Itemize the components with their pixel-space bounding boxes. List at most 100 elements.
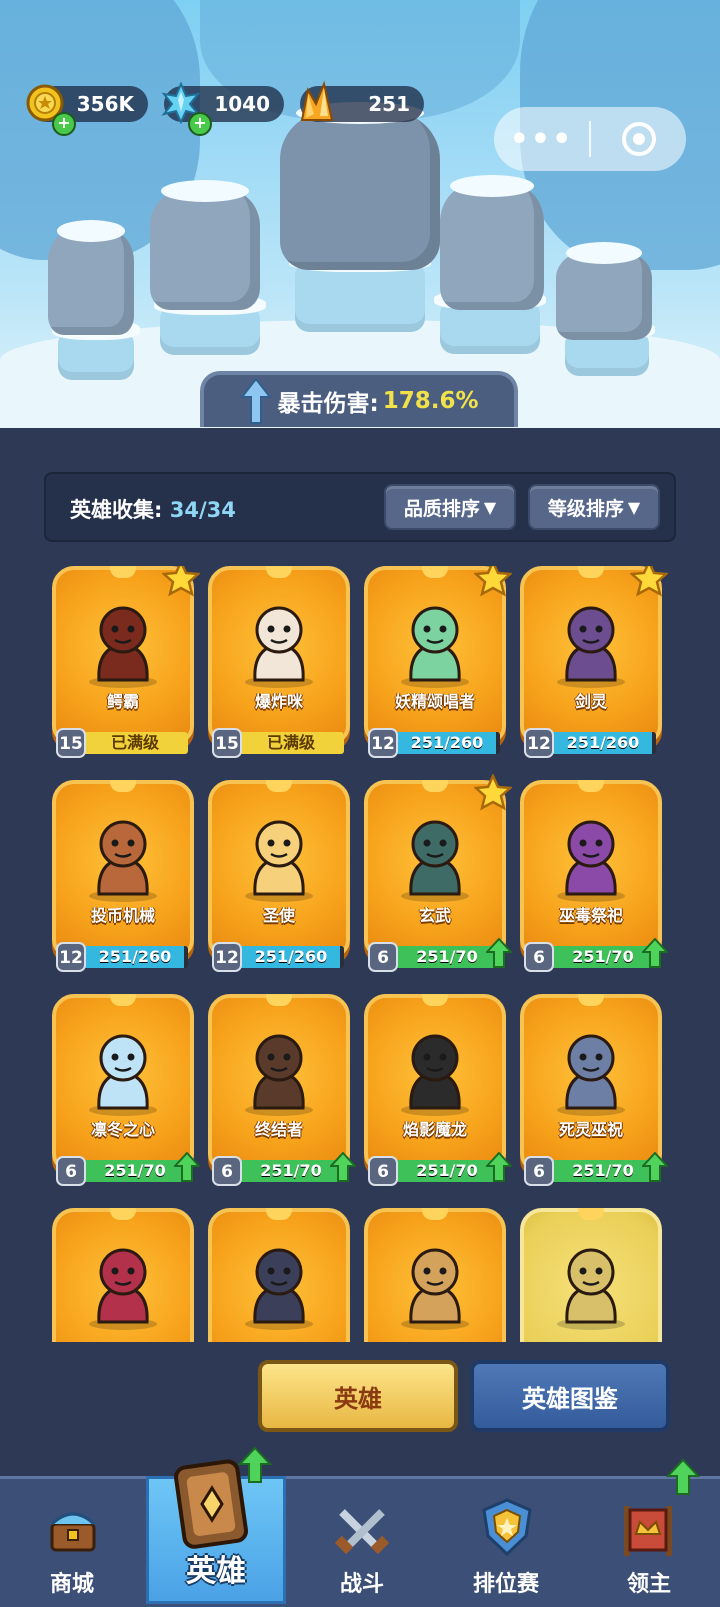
statue-pedestal — [154, 295, 266, 355]
star-icon — [474, 566, 512, 597]
hero-card[interactable]: 终结者 251/70 6 — [208, 994, 356, 1196]
collection-count: 英雄收集: 34/34 — [70, 494, 236, 524]
hero-portrait-icon — [401, 606, 469, 688]
hero-level-row: 251/70 6 — [524, 1152, 668, 1186]
hero-progress-text: 251/260 — [566, 733, 640, 752]
hero-progress-bar: 251/70 — [394, 946, 500, 968]
blue-crystal-resource[interactable]: + 1040 — [161, 82, 284, 136]
hero-level-row: 251/260 12 — [368, 728, 500, 758]
hero-card[interactable]: 鳄霸已满级 15 — [52, 566, 200, 768]
hero-progress-text: 251/260 — [410, 733, 484, 752]
hero-portrait-icon — [89, 1034, 157, 1116]
hero-card[interactable]: 爆炸咪已满级 15 — [208, 566, 350, 768]
hero-level-row: 251/260 12 — [524, 728, 656, 758]
hero-level-badge: 15 — [56, 728, 86, 758]
hero-portrait-icon — [89, 820, 157, 902]
orange-crystal-resource[interactable]: 251 — [300, 80, 424, 122]
orange-crystal-icon — [294, 80, 340, 126]
hero-grid: 鳄霸 已满级 15 爆炸咪 已满级 15 妖精颂唱者 251/260 12 剑灵 251/260 12… — [48, 566, 668, 1342]
hero-level-badge: 6 — [524, 942, 554, 972]
hero-name: 圣使 — [262, 906, 295, 925]
level-sort-label: 等级排序 — [547, 497, 624, 520]
add-crystal-icon[interactable]: + — [188, 112, 212, 136]
nav-item-heroes[interactable]: 英雄 — [146, 1446, 286, 1590]
upgrade-arrow-icon — [486, 1152, 512, 1182]
hero-level-row: 已满级 15 — [212, 728, 344, 758]
hero-portrait-icon — [245, 1034, 313, 1116]
upgrade-arrow-icon — [486, 938, 512, 968]
hero-progress-bar: 251/70 — [238, 1160, 344, 1182]
hero-card[interactable]: 妖精颂唱者 251/260 12 — [364, 566, 512, 768]
codex-tab-button[interactable]: 英雄图鉴 — [470, 1360, 670, 1432]
hero-card[interactable] — [364, 1208, 506, 1342]
hero-portrait-icon — [401, 820, 469, 902]
hero-name: 焰影魔龙 — [402, 1120, 467, 1139]
hero-progress-bar: 251/70 — [550, 946, 656, 968]
crossed-swords-icon — [334, 1509, 390, 1555]
hero-card[interactable]: 投币机械 251/260 12 — [52, 780, 194, 982]
hero-progress-text: 251/70 — [572, 947, 634, 966]
hero-progress-bar: 251/70 — [394, 1160, 500, 1182]
hero-card[interactable]: 焰影魔龙 251/70 6 — [364, 994, 512, 1196]
add-gold-icon[interactable]: + — [52, 112, 76, 136]
hero-progress-bar: 251/260 — [550, 732, 656, 754]
gold-resource[interactable]: + 356K — [26, 84, 148, 136]
statue-pedestal — [289, 252, 431, 332]
hero-card[interactable] — [52, 1208, 194, 1342]
nav-item-battle[interactable]: 战斗 — [290, 1476, 434, 1604]
nav-label-ranked: 排位赛 — [472, 1572, 539, 1597]
hero-portrait-icon — [245, 606, 313, 688]
hero-card[interactable] — [520, 1208, 662, 1342]
level-sort-button[interactable]: 等级排序 ▼ — [528, 484, 660, 530]
hero-name: 爆炸咪 — [254, 692, 303, 711]
upgrade-arrow-icon — [238, 1446, 272, 1483]
hero-level-badge: 12 — [56, 942, 86, 972]
crit-damage-value: 178.6% — [382, 388, 479, 414]
hero-level-row: 已满级 15 — [56, 728, 188, 758]
hero-progress-text: 251/70 — [104, 1161, 166, 1180]
hero-progress-text: 251/260 — [98, 947, 172, 966]
hero-name: 剑灵 — [574, 692, 607, 711]
hero-name: 玄武 — [418, 906, 451, 925]
hero-progress-bar: 已满级 — [238, 732, 344, 754]
hero-card[interactable]: 剑灵 251/260 12 — [520, 566, 668, 768]
mini-program-capsule: ••• — [494, 107, 686, 171]
hero-card[interactable]: 玄武 251/70 6 — [364, 774, 512, 982]
hero-level-badge: 12 — [368, 728, 398, 758]
nav-item-lord[interactable]: 领主 — [578, 1458, 720, 1604]
hero-card[interactable]: 死灵巫祝 251/70 6 — [520, 994, 668, 1196]
hero-progress-text: 251/70 — [260, 1161, 322, 1180]
hero-name: 凛冬之心 — [90, 1120, 155, 1139]
hero-card[interactable]: 巫毒祭祀 251/70 6 — [520, 780, 668, 982]
statue-pedestal — [52, 320, 140, 380]
hero-card[interactable]: 圣使 251/260 12 — [208, 780, 350, 982]
hero-portrait-icon — [89, 1248, 157, 1330]
star-icon — [162, 566, 200, 597]
hero-name: 死灵巫祝 — [558, 1120, 623, 1139]
close-target-icon[interactable] — [591, 120, 686, 158]
upgrade-arrow-icon — [174, 1152, 200, 1182]
hero-portrait-icon — [557, 1248, 625, 1330]
ice-statue — [48, 220, 134, 335]
hero-name: 妖精颂唱者 — [394, 692, 475, 711]
collection-header: 英雄收集: 34/34 品质排序 ▼ 等级排序 ▼ — [44, 472, 676, 542]
dropdown-triangle-icon: ▼ — [627, 497, 641, 517]
hero-level-row: 251/260 12 — [212, 942, 344, 972]
nav-item-shop[interactable]: 商城 — [0, 1476, 144, 1604]
star-icon — [630, 566, 668, 597]
nav-item-ranked[interactable]: 排位赛 — [434, 1476, 578, 1604]
hero-name: 鳄霸 — [106, 692, 139, 711]
dragon-statue — [280, 102, 440, 270]
hero-card[interactable] — [208, 1208, 350, 1342]
star-icon — [474, 774, 512, 811]
hero-portrait-icon — [89, 606, 157, 688]
collection-label: 英雄收集: — [70, 498, 163, 522]
hero-card[interactable]: 凛冬之心 251/70 6 — [52, 994, 200, 1196]
heroes-tab-button[interactable]: 英雄 — [258, 1360, 458, 1432]
heroes-tab-label: 英雄 — [334, 1384, 382, 1413]
hero-progress-bar: 251/260 — [238, 946, 344, 968]
quality-sort-button[interactable]: 品质排序 ▼ — [384, 484, 516, 530]
more-menu-icon[interactable]: ••• — [494, 122, 589, 157]
codex-tab-label: 英雄图鉴 — [522, 1384, 618, 1413]
upgrade-arrow-icon — [330, 1152, 356, 1182]
